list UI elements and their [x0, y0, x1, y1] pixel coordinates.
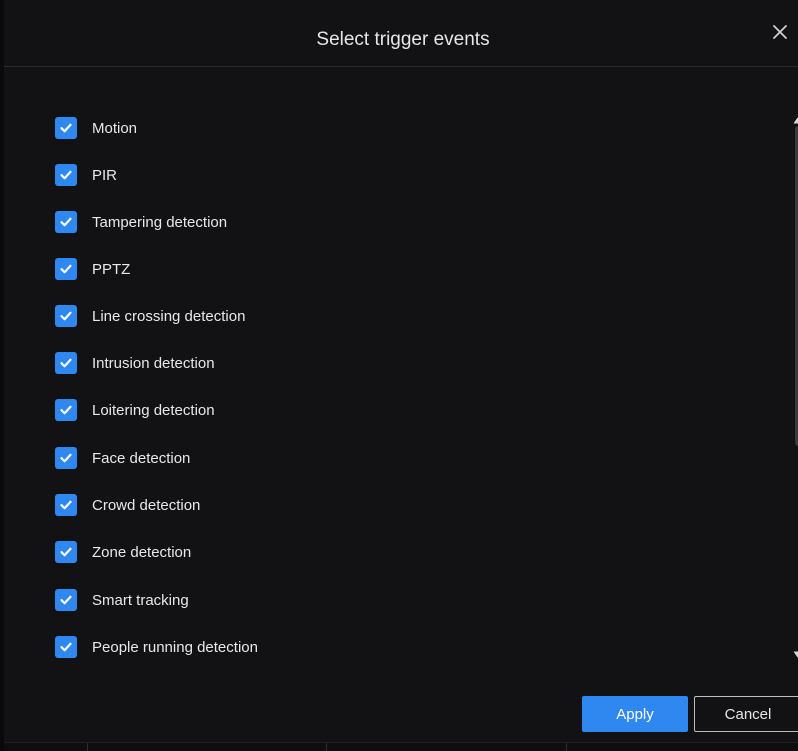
dialog-header: Select trigger events	[4, 0, 798, 67]
event-row-tampering-detection[interactable]: Tampering detection	[55, 210, 227, 234]
event-label: Crowd detection	[92, 496, 201, 514]
checkmark-icon	[60, 170, 72, 180]
event-checkbox-crowd-detection[interactable]	[55, 494, 77, 516]
apply-button[interactable]: Apply	[582, 696, 688, 732]
checkmark-icon	[60, 264, 72, 274]
event-label: Line crossing detection	[92, 307, 246, 325]
select-trigger-events-dialog: Select trigger events Motion PIR Tamperi…	[0, 0, 798, 751]
footer-divider	[326, 743, 327, 751]
checkmark-icon	[60, 311, 72, 321]
event-row-line-crossing-detection[interactable]: Line crossing detection	[55, 304, 245, 328]
checkmark-icon	[60, 642, 72, 652]
event-label: PPTZ	[92, 260, 131, 278]
footer-divider	[566, 743, 567, 751]
event-row-loitering-detection[interactable]: Loitering detection	[55, 398, 215, 422]
event-checkbox-motion[interactable]	[55, 117, 77, 139]
event-checkbox-line-crossing-detection[interactable]	[55, 305, 77, 327]
event-row-intrusion-detection[interactable]: Intrusion detection	[55, 351, 215, 375]
event-checkbox-intrusion-detection[interactable]	[55, 352, 77, 374]
close-button[interactable]	[770, 22, 790, 42]
event-checkbox-zone-detection[interactable]	[55, 541, 77, 563]
cancel-button[interactable]: Cancel	[694, 696, 798, 732]
checkmark-icon	[60, 217, 72, 227]
checkmark-icon	[60, 500, 72, 510]
event-checkbox-loitering-detection[interactable]	[55, 399, 77, 421]
event-label: Tampering detection	[92, 213, 228, 231]
footer-strip	[4, 742, 798, 751]
dialog-title: Select trigger events	[316, 29, 490, 50]
event-label: Zone detection	[92, 543, 192, 561]
checkmark-icon	[60, 453, 72, 463]
checkmark-icon	[60, 123, 72, 133]
checkmark-icon	[60, 595, 72, 605]
event-label: Intrusion detection	[92, 354, 215, 372]
event-checkbox-face-detection[interactable]	[55, 447, 77, 469]
event-checkbox-tampering-detection[interactable]	[55, 211, 77, 233]
event-row-face-detection[interactable]: Face detection	[55, 446, 190, 470]
event-row-crowd-detection[interactable]: Crowd detection	[55, 493, 200, 517]
event-row-people-running-detection[interactable]: People running detection	[55, 635, 258, 659]
event-label: Face detection	[92, 449, 191, 467]
event-row-zone-detection[interactable]: Zone detection	[55, 540, 191, 564]
event-row-motion[interactable]: Motion	[55, 116, 137, 140]
event-row-pir[interactable]: PIR	[55, 163, 117, 187]
event-row-pptz[interactable]: PPTZ	[55, 257, 130, 281]
event-checkbox-pptz[interactable]	[55, 258, 77, 280]
scroll-up-arrow-icon[interactable]	[793, 111, 798, 124]
event-label: People running detection	[92, 638, 258, 656]
event-label: PIR	[92, 166, 118, 184]
event-checkbox-smart-tracking[interactable]	[55, 589, 77, 611]
event-row-smart-tracking[interactable]: Smart tracking	[55, 588, 189, 612]
event-label: Loitering detection	[92, 401, 215, 419]
event-checkbox-people-running-detection[interactable]	[55, 636, 77, 658]
event-checkbox-pir[interactable]	[55, 164, 77, 186]
event-label: Smart tracking	[92, 591, 189, 609]
close-icon	[773, 25, 787, 39]
checkmark-icon	[60, 405, 72, 415]
scroll-down-arrow-icon[interactable]	[793, 645, 798, 658]
trigger-event-list: Motion PIR Tampering detection PPTZ Line	[4, 67, 798, 677]
footer-divider	[87, 743, 88, 751]
event-label: Motion	[92, 119, 138, 137]
checkmark-icon	[60, 547, 72, 557]
checkmark-icon	[60, 358, 72, 368]
